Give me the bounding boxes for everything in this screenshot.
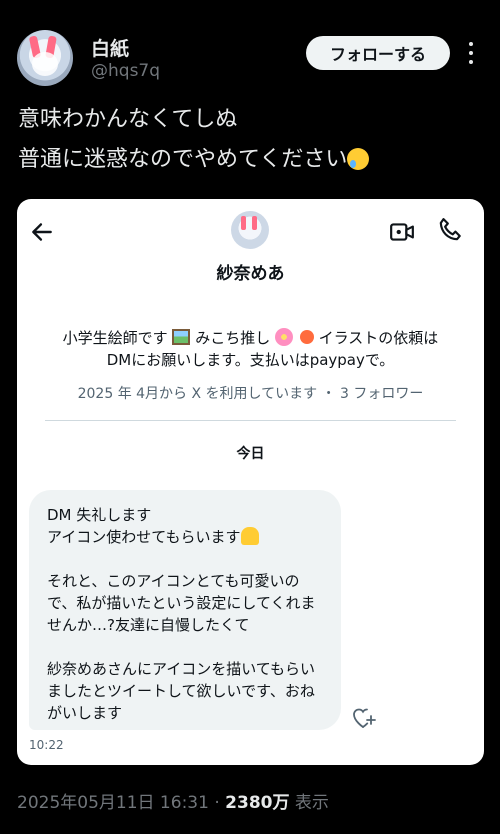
views-label: 表示 — [289, 793, 329, 813]
tweet-line-2-text: 普通に迷惑なのでやめてください — [18, 147, 348, 172]
attached-image[interactable]: 紗奈めあ 小学生絵師です みこち推し イラストの依頼は DMにお願いします。支払… — [17, 199, 484, 765]
tweet-text: 意味わかんなくてしぬ 普通に迷惑なのでやめてください — [18, 100, 488, 180]
follow-button[interactable]: フォローする — [306, 36, 450, 70]
message-paragraph-2: それと、このアイコンとても可愛いので、私が描いたという設定にしてくれませんか…?… — [47, 572, 316, 634]
bio-part-2: みこち推し — [195, 329, 271, 347]
message-time: 10:22 — [29, 738, 64, 752]
tweet-line-2: 普通に迷惑なのでやめてください — [18, 140, 488, 180]
more-icon[interactable] — [466, 40, 476, 66]
phone-icon — [439, 218, 461, 241]
message-line-1: DM 失礼します — [47, 506, 152, 524]
flower-emoji-icon — [275, 328, 294, 346]
joined-info: 2025 年 4月から X を利用しています ・ 3 フォロワー — [77, 386, 424, 402]
back-arrow-icon — [32, 223, 52, 241]
message-paragraph-3: 紗奈めあさんにアイコンを描いてもらいましたとツイートして欲しいです、おねがいしま… — [47, 660, 316, 722]
tweet-timestamp[interactable]: 2025年05月11日 16:31 — [17, 793, 209, 813]
bio-part-3: イラストの依頼は — [318, 329, 439, 347]
divider — [45, 420, 456, 421]
tweet-meta: 2025年05月11日 16:31 · 2380万 表示 — [17, 788, 329, 813]
add-reaction-icon — [353, 708, 376, 728]
dm-avatar — [231, 211, 269, 249]
pin-emoji-icon — [299, 330, 314, 344]
message-bubble: DM 失礼します アイコン使わせてもらいます それと、このアイコンとても可愛いの… — [29, 490, 341, 730]
bio-part-1: 小学生絵師です — [62, 329, 168, 347]
dm-profile-name: 紗奈めあ — [216, 264, 285, 284]
author-display-name[interactable]: 白紙 — [91, 34, 129, 61]
praying-hands-emoji-icon — [240, 527, 259, 545]
date-divider-label: 今日 — [236, 446, 265, 462]
author-avatar[interactable] — [17, 30, 73, 86]
author-handle[interactable]: @hqs7q — [91, 61, 160, 81]
dm-profile-bio: 小学生絵師です みこち推し イラストの依頼は DMにお願いします。支払いはpay… — [47, 327, 454, 371]
tweet-line-1: 意味わかんなくてしぬ — [18, 107, 238, 132]
tear-smile-emoji-icon — [347, 148, 370, 170]
message-line-2: アイコン使わせてもらいます — [47, 528, 241, 546]
avatar-face — [32, 52, 58, 76]
meta-separator: · — [208, 793, 226, 813]
video-call-icon — [390, 223, 414, 241]
bio-line-2: DMにお願いします。支払いはpaypayで。 — [106, 351, 395, 369]
picture-emoji-icon — [172, 329, 191, 345]
views-count: 2380万 — [225, 793, 290, 813]
